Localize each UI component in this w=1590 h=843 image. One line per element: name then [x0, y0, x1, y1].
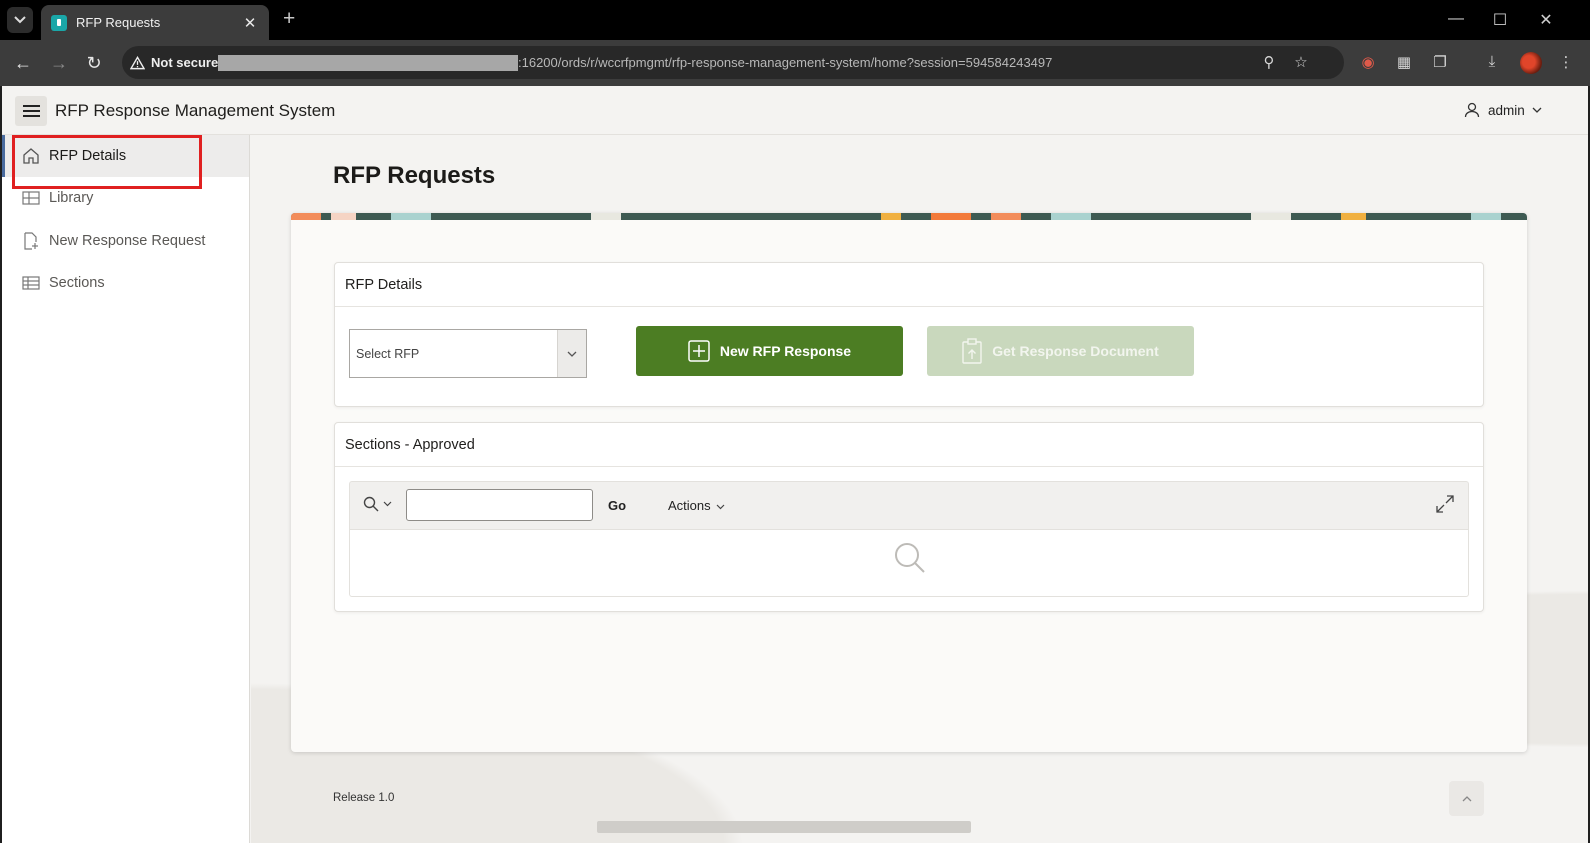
no-data-search-icon — [895, 543, 925, 573]
forward-icon[interactable]: → — [48, 52, 70, 74]
security-label: Not secure — [151, 55, 219, 70]
sidebar-item-sections[interactable]: Sections — [2, 262, 249, 304]
sections-approved-region: Sections - Approved Go Actions — [334, 422, 1484, 612]
sidebar-item-label: New Response Request — [49, 233, 206, 249]
app-header: RFP Response Management System admin — [2, 86, 1588, 135]
user-icon — [1464, 102, 1480, 118]
go-button[interactable]: Go — [608, 498, 626, 513]
grid-icon — [22, 191, 40, 205]
url-text[interactable]: :16200/ords/r/wccrfpmgmt/rfp-response-ma… — [518, 55, 1052, 70]
browser-tab[interactable]: RFP Requests ✕ — [41, 5, 269, 40]
main-content: RFP Requests RFP Details Select RFP New … — [251, 135, 1588, 843]
user-name: admin — [1488, 102, 1525, 118]
decorative-banner — [291, 213, 1527, 220]
minimize-icon[interactable]: — — [1446, 10, 1466, 28]
report-toolbar: Go Actions — [349, 481, 1469, 529]
sidebar-item-new-response-request[interactable]: New Response Request — [2, 220, 249, 262]
region-title: Sections - Approved — [345, 437, 475, 453]
bookmark-star-icon[interactable]: ☆ — [1291, 53, 1311, 73]
redacted-host — [218, 55, 518, 71]
select-placeholder: Select RFP — [356, 347, 420, 361]
button-label: Get Response Document — [992, 343, 1159, 359]
report-body — [349, 529, 1469, 597]
highlight-annotation — [12, 135, 202, 189]
browser-titlebar: RFP Requests ✕ + — ☐ ✕ — [0, 0, 1590, 40]
divider — [335, 306, 1483, 307]
chevron-down-icon — [14, 16, 26, 24]
get-response-document-button[interactable]: Get Response Document — [927, 326, 1194, 376]
close-window-icon[interactable]: ✕ — [1536, 10, 1556, 30]
table-icon — [22, 276, 40, 290]
clipboard-upload-icon — [962, 338, 982, 364]
security-indicator[interactable]: Not secure — [130, 52, 218, 73]
chevron-up-icon — [1462, 795, 1471, 801]
release-label: Release 1.0 — [333, 792, 395, 804]
hamburger-menu-icon[interactable] — [15, 96, 47, 126]
tab-title: RFP Requests — [76, 15, 161, 30]
address-bar[interactable]: Not secure :16200/ords/r/wccrfpmgmt/rfp-… — [122, 46, 1344, 79]
new-document-icon — [24, 232, 38, 250]
tab-search-button[interactable] — [7, 7, 33, 33]
download-icon[interactable]: ⤓ — [1482, 53, 1502, 73]
zoom-icon[interactable]: ⚲ — [1259, 53, 1279, 73]
developer-toolbar[interactable] — [597, 821, 971, 833]
sidebar-item-label: Library — [49, 190, 94, 206]
divider — [335, 466, 1483, 467]
button-label: New RFP Response — [719, 343, 852, 359]
expand-icon[interactable] — [1436, 495, 1454, 513]
app-window: RFP Response Management System admin RFP… — [2, 86, 1588, 843]
sidebar-nav: RFP Details Library New Response Request… — [2, 135, 250, 843]
extensions-icon[interactable]: ❐ — [1430, 53, 1450, 73]
screen-capture-icon[interactable]: ◉ — [1358, 53, 1378, 73]
new-rfp-response-button[interactable]: New RFP Response — [636, 326, 903, 376]
menu-kebab-icon[interactable]: ⋮ — [1556, 53, 1576, 73]
region-title: RFP Details — [345, 277, 423, 293]
chevron-down-icon — [716, 504, 725, 510]
browser-toolbar: ← → ↻ Not secure :16200/ords/r/wccrfpmgm… — [0, 40, 1590, 86]
chevron-down-icon — [567, 351, 577, 357]
page-title: RFP Requests — [333, 162, 496, 189]
back-icon[interactable]: ← — [12, 52, 34, 74]
select-rfp-dropdown[interactable]: Select RFP — [349, 329, 587, 378]
maximize-icon[interactable]: ☐ — [1490, 10, 1510, 30]
rfp-details-region: RFP Details Select RFP New RFP Response … — [334, 262, 1484, 407]
favicon-icon — [51, 14, 67, 31]
search-icon — [363, 496, 379, 512]
qr-code-icon[interactable]: ▦ — [1394, 53, 1414, 73]
sidebar-item-label: Sections — [49, 275, 105, 291]
search-column-selector[interactable] — [363, 496, 392, 512]
reload-icon[interactable]: ↻ — [83, 52, 105, 74]
user-menu[interactable]: admin — [1464, 102, 1550, 118]
dropdown-button[interactable] — [557, 330, 586, 377]
report-search-input[interactable] — [406, 489, 593, 521]
actions-label: Actions — [668, 498, 711, 513]
add-square-icon — [688, 340, 710, 362]
warning-icon — [130, 55, 145, 69]
chevron-down-icon — [1532, 107, 1542, 113]
actions-menu-button[interactable]: Actions — [668, 498, 725, 513]
close-tab-icon[interactable]: ✕ — [241, 14, 259, 32]
profile-avatar[interactable] — [1520, 52, 1542, 74]
app-title[interactable]: RFP Response Management System — [55, 101, 335, 121]
chevron-down-icon — [383, 501, 392, 507]
scroll-to-top-button[interactable] — [1449, 781, 1484, 816]
hero-card: RFP Details Select RFP New RFP Response … — [291, 213, 1527, 752]
new-tab-button[interactable]: + — [283, 8, 295, 29]
